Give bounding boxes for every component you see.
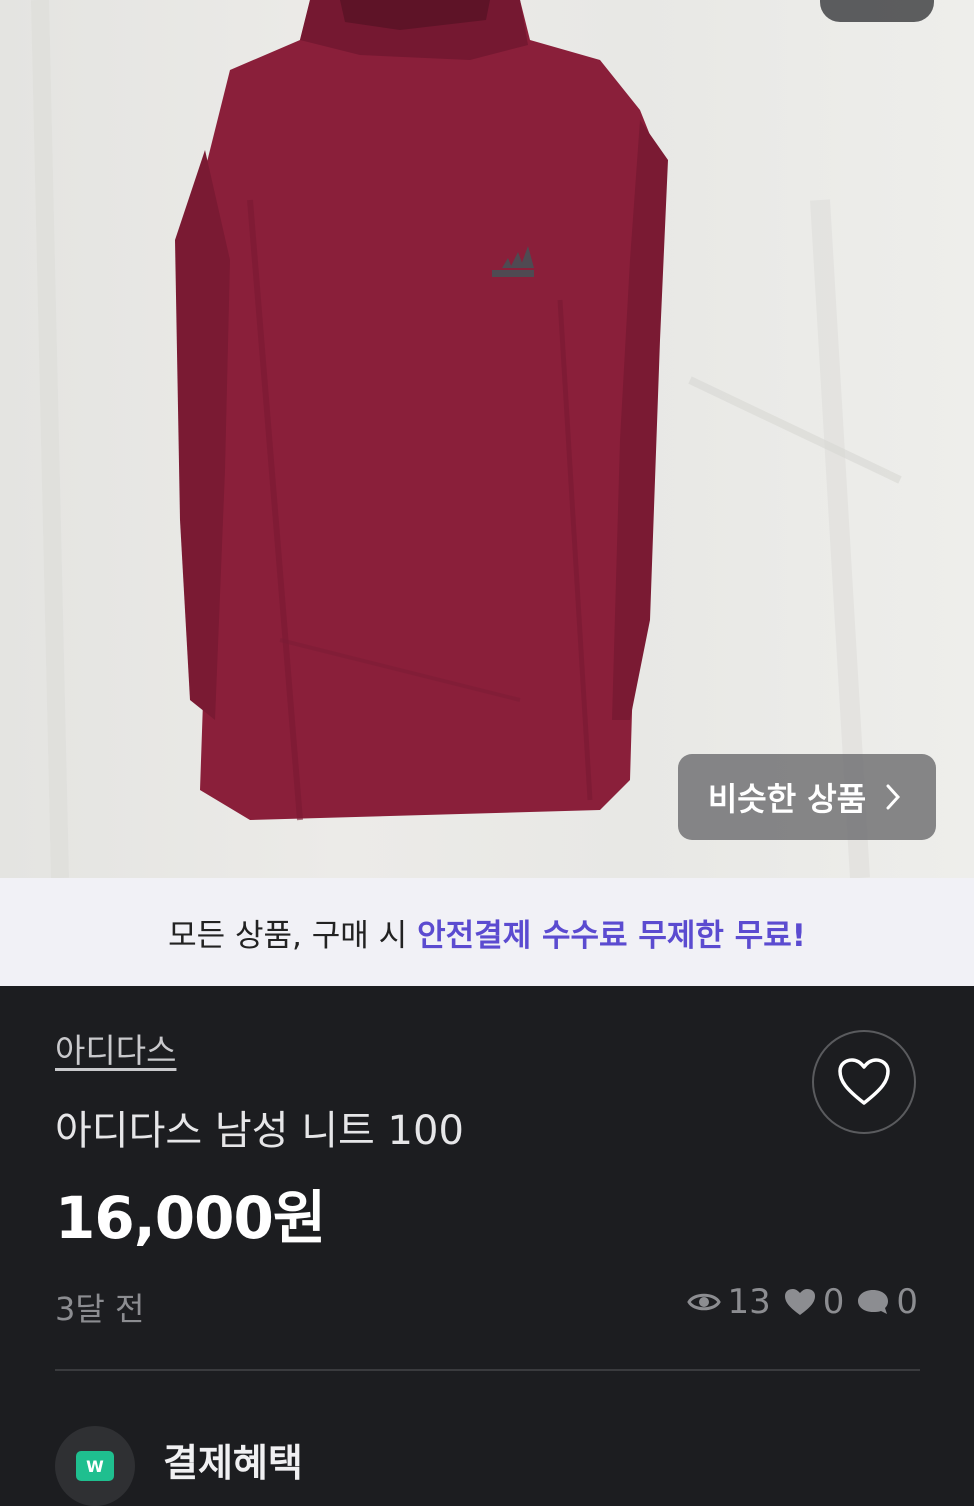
payment-icon-mark: W bbox=[76, 1451, 114, 1481]
product-title: 아디다스 남성 니트 100 bbox=[55, 1108, 464, 1154]
views-count: 13 bbox=[727, 1282, 771, 1322]
similar-products-label: 비슷한 상품 bbox=[707, 780, 867, 818]
chats-count: 0 bbox=[896, 1282, 918, 1322]
product-stats: 13 0 0 bbox=[681, 1282, 918, 1322]
similar-products-button[interactable]: 비슷한 상품 bbox=[678, 754, 936, 840]
product-image[interactable]: 비슷한 상품 bbox=[0, 0, 974, 878]
payment-benefits-label[interactable]: 결제혜택 bbox=[163, 1432, 303, 1487]
product-price: 16,000원 bbox=[55, 1184, 326, 1252]
product-info: 아디다스 아디다스 남성 니트 100 16,000원 3달 전 13 0 0 bbox=[0, 986, 974, 1506]
promo-banner[interactable]: 모든 상품, 구매 시 안전결제 수수료 무제한 무료! bbox=[0, 878, 974, 986]
like-button[interactable] bbox=[812, 1030, 916, 1134]
product-photo bbox=[31, 0, 902, 878]
payment-icon: W bbox=[55, 1426, 135, 1506]
promo-highlight: 안전결제 수수료 무제한 무료! bbox=[417, 917, 806, 954]
divider bbox=[55, 1369, 920, 1371]
image-counter-pill[interactable] bbox=[820, 0, 934, 22]
likes-count: 0 bbox=[822, 1282, 845, 1322]
heart-small-icon bbox=[784, 1289, 815, 1315]
chat-icon bbox=[858, 1290, 889, 1314]
posted-time: 3달 전 bbox=[55, 1290, 145, 1328]
eye-icon bbox=[687, 1293, 722, 1311]
brand-link[interactable]: 아디다스 bbox=[55, 1024, 176, 1072]
heart-icon bbox=[838, 1058, 890, 1105]
chevron-right-icon bbox=[886, 784, 901, 810]
promo-text: 모든 상품, 구매 시 bbox=[168, 917, 408, 954]
